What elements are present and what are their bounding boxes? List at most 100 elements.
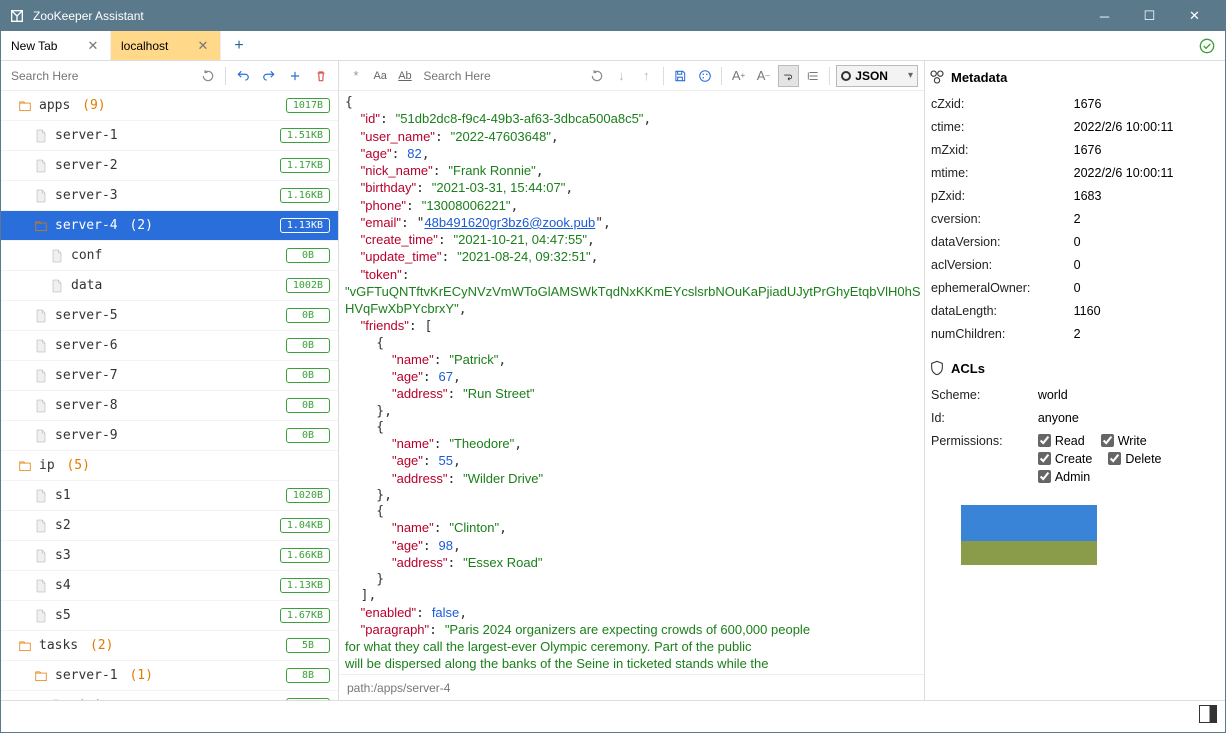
node-size: 0B — [286, 368, 330, 383]
metadata-header: Metadata — [929, 69, 1215, 85]
node-name: data — [71, 278, 286, 293]
tree-node-tasks[interactable]: tasks (2) 5B — [1, 631, 338, 661]
path-prefix: path: — [347, 681, 374, 695]
perm-delete[interactable]: Delete — [1108, 452, 1161, 466]
undo-icon[interactable] — [232, 65, 254, 87]
file-icon — [49, 278, 65, 294]
tree-node-ip[interactable]: ip (5) — [1, 451, 338, 481]
tree-node-server-4[interactable]: server-4 (2) 1.13KB — [1, 211, 338, 241]
folder-icon — [33, 218, 49, 234]
json-editor[interactable]: { "id": "51db2dc8-f9c4-49b3-af63-3dbca50… — [339, 91, 924, 674]
tree-node-server-1[interactable]: server-1 (1) 8B — [1, 661, 338, 691]
search-refresh-icon[interactable] — [197, 65, 219, 87]
tree-node-server-1[interactable]: server-1 1.51KB — [1, 121, 338, 151]
meta-value: 0 — [1072, 254, 1213, 275]
acl-perm-label: Permissions: — [929, 430, 1034, 491]
panel-toggle-icon[interactable] — [1199, 705, 1217, 723]
node-size: 0B — [286, 248, 330, 263]
tree-node-server-9[interactable]: server-9 0B — [1, 421, 338, 451]
save-icon[interactable] — [670, 65, 691, 87]
whole-word-icon[interactable]: Ab — [395, 65, 416, 87]
node-tree[interactable]: apps (9) 1017B server-1 1.51KB server-2 … — [1, 91, 338, 700]
palette-icon[interactable] — [694, 65, 715, 87]
meta-key: ctime: — [929, 116, 1070, 137]
case-icon[interactable]: Aa — [370, 65, 391, 87]
node-name: server-4 (2) — [55, 218, 280, 233]
node-name: server-5 — [55, 308, 286, 323]
tab-label: localhost — [121, 39, 196, 53]
node-size: 1.16KB — [280, 188, 330, 203]
tree-node-s2[interactable]: s2 1.04KB — [1, 511, 338, 541]
folder-icon — [33, 668, 49, 684]
node-size: 1.17KB — [280, 158, 330, 173]
search-prev-icon[interactable]: ↓ — [611, 65, 632, 87]
meta-key: ephemeralOwner: — [929, 277, 1070, 298]
search-next-icon[interactable]: ↑ — [636, 65, 657, 87]
minimize-button[interactable]: ─ — [1082, 1, 1127, 31]
folder-icon — [17, 638, 33, 654]
node-name: server-8 — [55, 398, 286, 413]
node-name: server-9 — [55, 428, 286, 443]
close-icon[interactable]: ✕ — [196, 39, 210, 53]
node-name: server-7 — [55, 368, 286, 383]
tree-node-data[interactable]: data 1002B — [1, 271, 338, 301]
tree-node-server-8[interactable]: server-8 0B — [1, 391, 338, 421]
content-refresh-icon[interactable] — [586, 65, 607, 87]
node-name: s2 — [55, 518, 280, 533]
add-node-icon[interactable] — [284, 65, 306, 87]
file-icon — [33, 308, 49, 324]
tree-node-server-2[interactable]: server-2 1.17KB — [1, 151, 338, 181]
font-larger-icon[interactable]: A+ — [728, 65, 749, 87]
maximize-button[interactable]: ☐ — [1127, 1, 1172, 31]
chevron-down-icon: ▾ — [908, 70, 913, 81]
format-select[interactable]: JSON ▾ — [836, 65, 918, 87]
tree-node-server-5[interactable]: server-5 0B — [1, 301, 338, 331]
format-dot-icon — [841, 71, 851, 81]
content-search-input[interactable] — [419, 69, 582, 83]
tree-search-input[interactable] — [7, 65, 193, 87]
meta-value: 2 — [1072, 208, 1213, 229]
tree-node-server-3[interactable]: server-3 1.16KB — [1, 181, 338, 211]
tab-new-tab[interactable]: New Tab✕ — [1, 31, 111, 60]
tab-localhost[interactable]: localhost✕ — [111, 31, 221, 60]
tree-node-server-7[interactable]: server-7 0B — [1, 361, 338, 391]
font-smaller-icon[interactable]: A– — [753, 65, 774, 87]
path-bar: path:/apps/server-4 — [339, 674, 924, 700]
tree-node-s5[interactable]: s5 1.67KB — [1, 601, 338, 631]
node-name: apps (9) — [39, 98, 286, 113]
node-size: 0B — [286, 308, 330, 323]
regex-icon[interactable]: * — [345, 65, 366, 87]
node-size: 1017B — [286, 98, 330, 113]
node-size: 1.13KB — [280, 218, 330, 233]
node-size: 1002B — [286, 278, 330, 293]
tree-node-s3[interactable]: s3 1.66KB — [1, 541, 338, 571]
tree-node-s1[interactable]: s1 1020B — [1, 481, 338, 511]
perm-create[interactable]: Create — [1038, 452, 1093, 466]
node-size: 5B — [286, 638, 330, 653]
metadata-icon — [929, 69, 945, 85]
node-size: 1.51KB — [280, 128, 330, 143]
tree-node-conf[interactable]: conf 0B — [1, 241, 338, 271]
perm-read[interactable]: Read — [1038, 434, 1085, 448]
file-icon — [33, 548, 49, 564]
tree-node-status[interactable]: status 4B — [1, 691, 338, 700]
acl-id-label: Id: — [929, 407, 1034, 428]
meta-key: cversion: — [929, 208, 1070, 229]
format-label: JSON — [855, 69, 888, 83]
tree-node-server-6[interactable]: server-6 0B — [1, 331, 338, 361]
wrap-icon[interactable] — [778, 65, 799, 87]
meta-value: 2 — [1072, 323, 1213, 344]
tree-node-apps[interactable]: apps (9) 1017B — [1, 91, 338, 121]
add-tab-button[interactable]: + — [221, 31, 257, 60]
meta-value: 2022/2/6 10:00:11 — [1072, 116, 1213, 137]
perm-admin[interactable]: Admin — [1038, 470, 1211, 484]
close-icon[interactable]: ✕ — [86, 39, 100, 53]
redo-icon[interactable] — [258, 65, 280, 87]
tree-node-s4[interactable]: s4 1.13KB — [1, 571, 338, 601]
node-name: s3 — [55, 548, 280, 563]
titlebar[interactable]: ZooKeeper Assistant ─ ☐ ✕ — [1, 1, 1225, 31]
delete-node-icon[interactable] — [310, 65, 332, 87]
close-button[interactable]: ✕ — [1172, 1, 1217, 31]
perm-write[interactable]: Write — [1101, 434, 1147, 448]
indent-icon[interactable] — [803, 65, 824, 87]
